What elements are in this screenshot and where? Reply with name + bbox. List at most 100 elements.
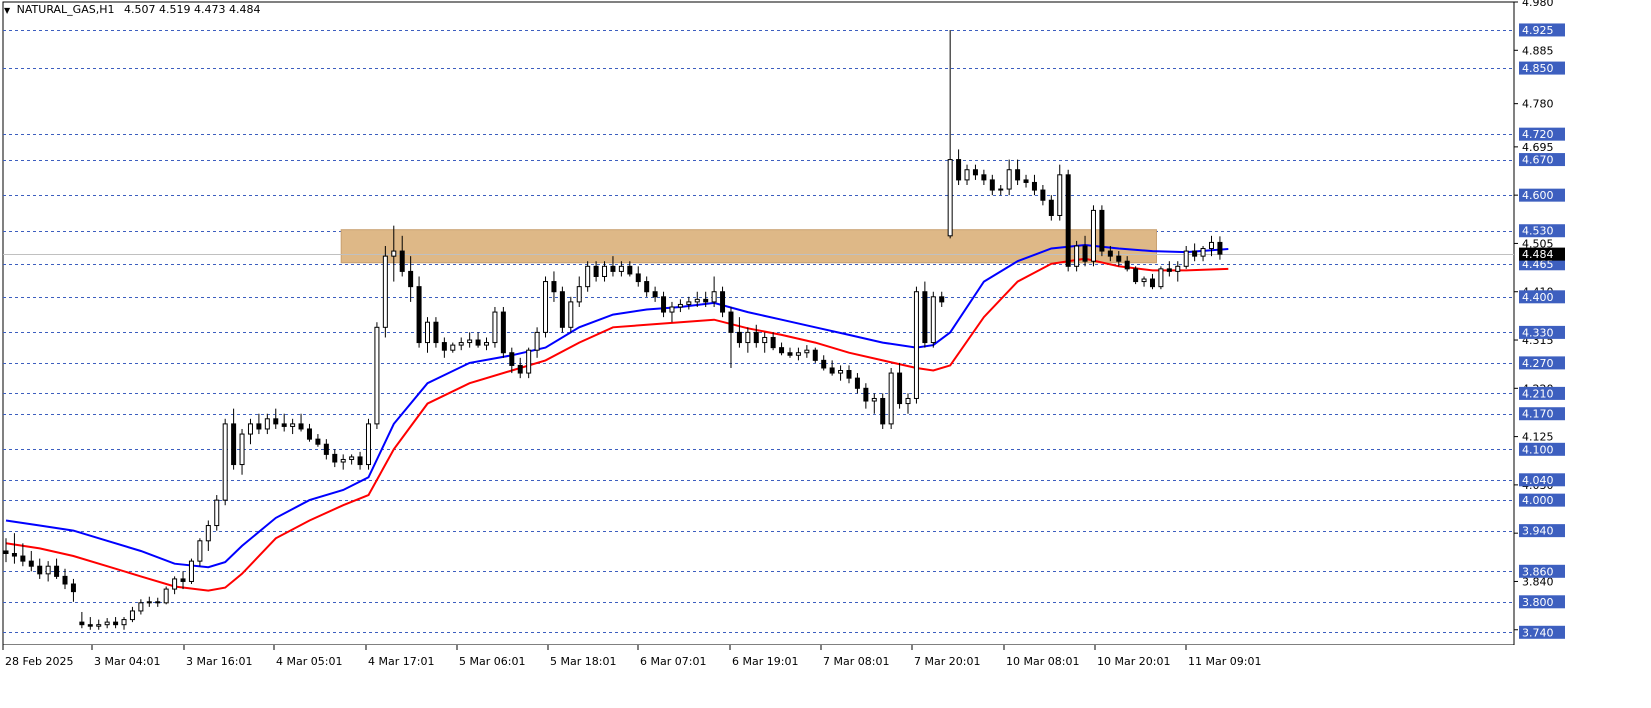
candle-body [467, 339, 473, 344]
candle-body [1192, 250, 1198, 257]
last-price-tag: 4.484 [1522, 248, 1554, 261]
candle-69 [585, 261, 591, 292]
candle-body [644, 281, 650, 293]
candle-8 [70, 578, 76, 602]
candle-85 [720, 286, 726, 318]
candle-138 [1166, 261, 1172, 277]
candle-57 [484, 337, 490, 351]
candle-129 [1090, 205, 1096, 267]
y-tick-label-1: 4.885 [1522, 44, 1554, 57]
candle-144 [1217, 236, 1223, 260]
candle-20 [172, 576, 178, 595]
candle-body [1057, 174, 1063, 216]
candle-body [70, 583, 76, 593]
candle-body [357, 456, 363, 466]
candle-body [753, 331, 759, 344]
level-tag-1: 4.850 [1522, 62, 1554, 75]
candle-1 [11, 533, 17, 564]
candle-body [1116, 255, 1122, 262]
candle-42 [357, 451, 363, 470]
candle-body [888, 372, 894, 425]
candle-121 [1023, 174, 1029, 188]
candle-62 [526, 347, 532, 379]
candle-49 [416, 276, 422, 348]
candle-92 [779, 342, 785, 356]
candle-130 [1099, 205, 1105, 257]
candle-body [829, 367, 835, 374]
candle-body [762, 336, 768, 344]
candle-9 [79, 611, 85, 629]
candle-90 [762, 332, 768, 353]
candle-body [113, 621, 119, 626]
candle-41 [349, 454, 355, 465]
candle-110 [930, 291, 936, 348]
candle-37 [315, 434, 321, 447]
candle-89 [753, 324, 759, 348]
candle-body [1090, 209, 1096, 262]
candle-body [897, 372, 903, 405]
candle-body [416, 286, 422, 344]
candle-56 [475, 332, 481, 348]
level-tag-0: 4.925 [1522, 24, 1554, 37]
candle-body [1082, 245, 1088, 262]
candle-14 [121, 617, 127, 630]
candle-80 [677, 299, 683, 313]
candle-body [795, 352, 801, 356]
candle-body [981, 174, 987, 181]
candle-99 [838, 365, 844, 381]
level-tag-11: 4.170 [1522, 408, 1554, 421]
candle-66 [559, 286, 565, 333]
x-tick-label-3: 4 Mar 05:01 [276, 655, 342, 668]
candle-body [1015, 169, 1021, 181]
candle-53 [450, 342, 456, 353]
price-chart[interactable]: 4.9804.8854.7804.6954.6004.5054.4104.315… [0, 0, 1651, 708]
candle-body [1141, 278, 1147, 283]
level-tag-8: 4.330 [1522, 326, 1554, 339]
candle-body [947, 159, 953, 237]
plot-frame [2, 1, 1515, 646]
candle-body [3, 550, 9, 555]
candle-body [11, 553, 17, 557]
candle-body [256, 423, 262, 430]
candle-body [1158, 268, 1164, 288]
candle-body [281, 423, 287, 427]
candle-44 [374, 322, 380, 429]
level-tag-7: 4.400 [1522, 291, 1554, 304]
candle-body [374, 326, 380, 425]
candle-137 [1158, 266, 1164, 290]
candle-body [1099, 209, 1105, 252]
candle-124 [1048, 195, 1054, 221]
candle-body [104, 621, 110, 626]
candle-body [62, 575, 68, 585]
candle-body [1065, 174, 1071, 267]
x-tick-label-11: 10 Mar 08:01 [1006, 655, 1079, 668]
x-tick-label-9: 7 Mar 08:01 [823, 655, 889, 668]
candle-body [1133, 268, 1139, 283]
candle-34 [290, 418, 296, 435]
candle-10 [87, 617, 93, 630]
level-tag-12: 4.100 [1522, 443, 1554, 456]
candle-body [1217, 241, 1223, 255]
candle-body [365, 423, 371, 466]
candle-31 [264, 413, 270, 435]
candle-108 [913, 286, 919, 404]
ema-fast-line [5, 243, 1229, 569]
candle-74 [627, 261, 633, 277]
candle-87 [736, 317, 742, 348]
candle-106 [897, 362, 903, 409]
candle-141 [1192, 243, 1198, 262]
candle-0 [3, 538, 9, 563]
candle-body [391, 250, 397, 257]
candle-body [222, 423, 228, 501]
x-tick-label-1: 3 Mar 04:01 [94, 655, 160, 668]
candle-19 [163, 586, 169, 605]
candle-134 [1133, 266, 1139, 285]
candle-body [382, 255, 388, 328]
candle-body [998, 188, 1004, 191]
candle-body [804, 349, 810, 354]
candle-body [399, 250, 405, 272]
candle-32 [273, 408, 279, 429]
candle-22 [188, 558, 194, 585]
candle-body [500, 311, 506, 354]
candle-75 [635, 266, 641, 287]
